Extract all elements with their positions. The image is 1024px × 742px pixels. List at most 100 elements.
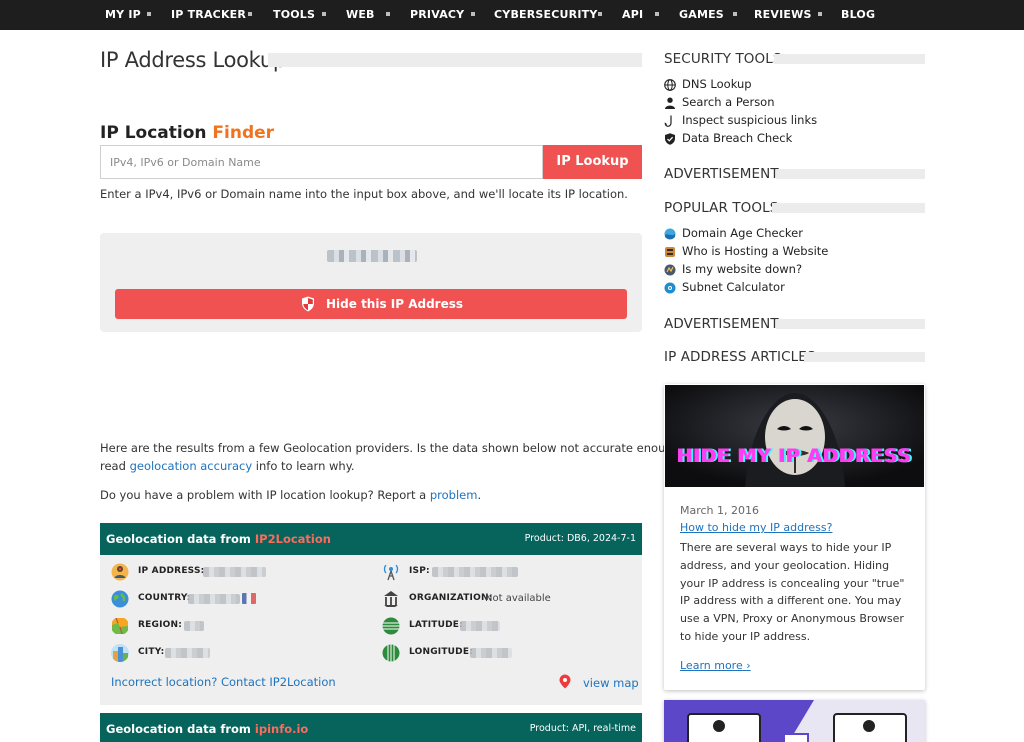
nav-item-tools[interactable]: TOOLS	[273, 0, 315, 30]
network-icon	[664, 282, 676, 294]
results-intro-read: read	[100, 459, 130, 473]
finder-heading: IP Location Finder	[100, 123, 274, 143]
ip-lookup-button[interactable]: IP Lookup	[543, 145, 642, 179]
heading-divider	[772, 203, 925, 213]
field-label: COUNTRY:	[138, 593, 191, 603]
domain-globe-icon	[664, 228, 676, 240]
field-isp: ISP:	[382, 563, 622, 583]
article-image: HIDE MY IP ADDRESS	[665, 385, 924, 487]
country-value-redacted	[188, 594, 240, 604]
nav-item-games[interactable]: GAMES	[679, 0, 724, 30]
card-title-prefix: Geolocation data from	[106, 532, 255, 546]
field-country: COUNTRY:	[111, 590, 311, 610]
field-label: IP ADDRESS:	[138, 566, 205, 576]
heading-divider	[776, 319, 925, 329]
sidebar-item-label: Is my website down?	[682, 262, 803, 276]
sidebar-item-label: Who is Hosting a Website	[682, 244, 829, 258]
card-provider: IP2Location	[254, 532, 331, 546]
nav-separator	[322, 12, 326, 16]
heading-divider	[776, 169, 925, 179]
card-provider: ipinfo.io	[254, 722, 309, 736]
card-product: Product: DB6, 2024-7-1	[524, 533, 636, 544]
sidebar-item-label: Subnet Calculator	[682, 280, 785, 294]
region-map-icon	[112, 617, 128, 635]
learn-more-label: Learn more	[680, 659, 743, 672]
nav-item-blog[interactable]: BLOG	[841, 0, 875, 30]
top-nav: MY IP IP TRACKER TOOLS WEB PRIVACY CYBER…	[0, 0, 1024, 30]
search-help-text: Enter a IPv4, IPv6 or Domain name into t…	[100, 187, 628, 201]
sidebar-item-label: Data Breach Check	[682, 131, 793, 145]
nav-separator	[147, 12, 151, 16]
nav-item-cybersecurity[interactable]: CYBERSECURITY	[494, 0, 597, 30]
nav-item-my-ip[interactable]: MY IP	[105, 0, 141, 30]
incorrect-location-link[interactable]: Incorrect location? Contact IP2Location	[111, 675, 336, 689]
latitude-globe-icon	[382, 617, 400, 635]
heading-divider	[774, 54, 925, 64]
nav-separator	[386, 12, 390, 16]
isp-value-redacted	[432, 567, 518, 577]
hide-ip-label: Hide this IP Address	[326, 297, 464, 311]
article-card[interactable]: HIDE MY IP ADDRESS March 1, 2016 How to …	[664, 384, 925, 690]
organization-value: Not available	[485, 593, 551, 604]
geolocation-accuracy-link[interactable]: geolocation accuracy	[130, 459, 253, 473]
field-label: ISP:	[409, 566, 430, 576]
sidebar-item-label: DNS Lookup	[682, 77, 752, 91]
nav-item-reviews[interactable]: REVIEWS	[754, 0, 812, 30]
ip-address-articles-heading: IP ADDRESS ARTICLES	[664, 349, 816, 365]
country-flag-icon	[242, 593, 256, 604]
ip-address-redacted	[327, 250, 417, 262]
chevron-right-icon: ›	[746, 659, 751, 672]
popular-tools-heading: POPULAR TOOLS	[664, 200, 779, 216]
status-icon	[664, 264, 676, 276]
advertisement-label: ADVERTISEMENT	[664, 166, 779, 182]
city-value-redacted	[165, 648, 210, 658]
field-latitude: LATITUDE:	[382, 617, 622, 637]
advertisement-label: ADVERTISEMENT	[664, 316, 779, 332]
ip-value-redacted	[203, 567, 266, 577]
nav-separator	[818, 12, 822, 16]
nav-separator	[598, 12, 602, 16]
article-title-link[interactable]: How to hide my IP address?	[680, 521, 832, 534]
nav-separator	[471, 12, 475, 16]
field-region: REGION:	[111, 617, 311, 637]
nav-item-ip-tracker[interactable]: IP TRACKER	[171, 0, 246, 30]
hide-ip-button[interactable]: Hide this IP Address	[115, 289, 627, 319]
person-pin-icon	[111, 563, 129, 581]
organization-icon	[383, 591, 399, 607]
sidebar-item-label: Domain Age Checker	[682, 226, 803, 240]
results-intro-line1: Here are the results from a few Geolocat…	[100, 441, 728, 455]
nav-separator	[655, 12, 659, 16]
field-label: LONGITUDE:	[409, 647, 473, 657]
ip-search-input[interactable]	[100, 145, 543, 179]
article-date: March 1, 2016	[680, 504, 760, 517]
view-map-link[interactable]: view map	[583, 676, 639, 690]
security-tools-heading: SECURITY TOOLS	[664, 51, 782, 67]
region-value-redacted	[184, 621, 204, 631]
article-card-2[interactable]	[664, 700, 925, 742]
problem-text-prefix: Do you have a problem with IP location l…	[100, 488, 430, 502]
shield-icon	[665, 133, 675, 145]
report-problem-link[interactable]: problem	[430, 488, 478, 502]
problem-text: Do you have a problem with IP location l…	[100, 486, 481, 504]
article-excerpt: There are several ways to hide your IP a…	[680, 541, 905, 643]
card-product: Product: API, real-time	[529, 723, 636, 734]
finder-accent: Finder	[212, 123, 275, 143]
map-pin-icon	[559, 674, 571, 689]
nav-separator	[733, 12, 737, 16]
nav-item-api[interactable]: API	[622, 0, 643, 30]
results-intro: Here are the results from a few Geolocat…	[100, 439, 727, 475]
card-title: Geolocation data from IP2Location	[106, 523, 331, 555]
field-label: ORGANIZATION:	[409, 593, 493, 603]
card-header: Geolocation data from IP2Location Produc…	[100, 523, 642, 555]
sidebar-item-label: Inspect suspicious links	[682, 113, 818, 127]
nav-separator	[248, 12, 252, 16]
nav-item-privacy[interactable]: PRIVACY	[410, 0, 464, 30]
article-2-illustration	[664, 700, 925, 742]
nav-item-web[interactable]: WEB	[346, 0, 375, 30]
card-header: Geolocation data from ipinfo.io Product:…	[100, 713, 642, 742]
fishing-hook-icon	[664, 115, 672, 127]
learn-more-link[interactable]: Learn more ›	[680, 659, 751, 672]
geolocation-card-ip2location: Geolocation data from IP2Location Produc…	[100, 523, 642, 705]
heading-divider	[804, 352, 925, 362]
city-buildings-icon	[111, 644, 129, 662]
